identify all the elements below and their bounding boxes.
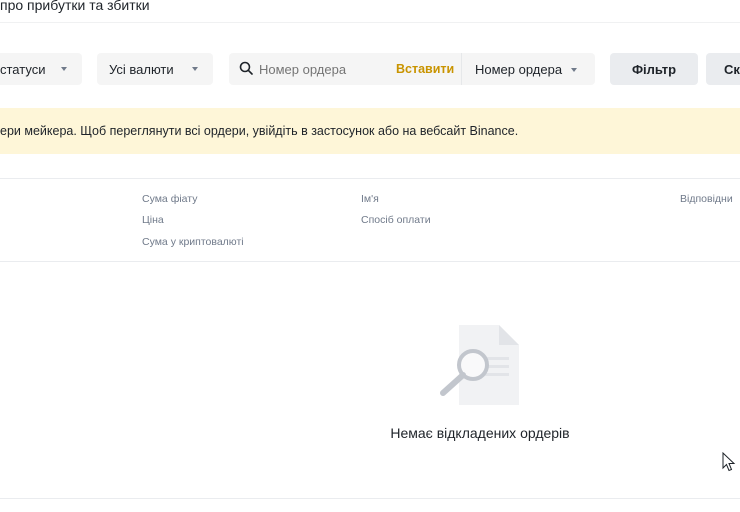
search-type-label: Номер ордера [475,62,563,77]
search-icon [239,61,253,75]
search-type-select[interactable]: Номер ордера [475,62,577,77]
column-name: Ім'я [361,193,379,205]
table-header-bottom-border [0,261,740,262]
chevron-down-icon [570,68,577,72]
filter-button[interactable]: Фільтр [610,53,698,85]
status-select-label: статуси [0,61,46,77]
status-select[interactable]: статуси [0,53,82,85]
table-bottom-border [0,498,740,499]
currency-select-label: Усі валюти [109,61,174,77]
chevron-down-icon [61,67,67,71]
currency-select[interactable]: Усі валюти [97,53,213,85]
reset-button[interactable]: Ск [706,53,740,85]
notice-banner: ери мейкера. Щоб переглянути всі ордери,… [0,108,740,154]
column-payment-method: Спосіб оплати [361,214,431,226]
column-crypto-amount: Сума у криптовалюті [142,236,244,248]
notice-text: ери мейкера. Щоб переглянути всі ордери,… [0,124,519,138]
empty-state-message: Немає відкладених ордерів [390,425,570,441]
header-divider [0,22,740,23]
column-responsible: Відповідни [680,193,733,205]
column-fiat-amount: Сума фіату [142,193,198,205]
pnl-link[interactable]: про прибутки та збитки [0,0,150,13]
paste-button[interactable]: Вставити [396,62,454,76]
empty-document-icon [437,325,521,407]
order-search: Вставити Номер ордера [229,53,595,85]
mouse-cursor-icon [722,451,736,472]
search-divider [461,53,462,85]
column-price: Ціна [142,214,164,226]
chevron-down-icon [192,67,198,71]
table-header-top-border [0,178,740,179]
order-number-input[interactable] [259,60,379,78]
